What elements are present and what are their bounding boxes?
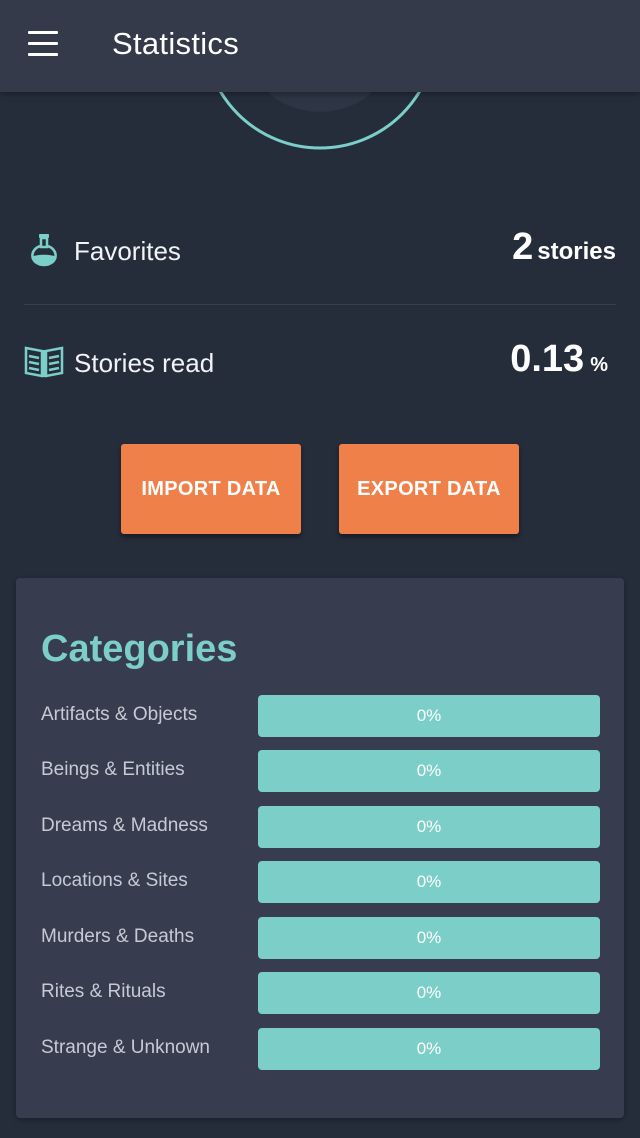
category-label: Locations & Sites	[41, 870, 188, 891]
category-progress-bar: 0%	[258, 972, 600, 1014]
category-percent: 0%	[416, 817, 442, 836]
favorites-label: Favorites	[74, 236, 181, 266]
category-progress-bar: 0%	[258, 806, 600, 848]
category-row: Beings & Entities 0%	[41, 750, 601, 792]
progress-ring-center	[267, 92, 373, 112]
category-label: Strange & Unknown	[41, 1037, 210, 1058]
category-label: Beings & Entities	[41, 759, 185, 780]
stories-read-label: Stories read	[74, 348, 215, 378]
category-percent: 0%	[416, 928, 442, 947]
category-percent: 0%	[416, 706, 442, 725]
category-progress-bar: 0%	[258, 695, 600, 737]
favorites-count: 2	[512, 226, 534, 268]
app-bar: Statistics	[0, 0, 640, 92]
hamburger-menu-icon[interactable]	[28, 31, 58, 57]
category-row: Murders & Deaths 0%	[41, 917, 601, 959]
category-row: Artifacts & Objects 0%	[41, 695, 601, 737]
page-title: Statistics	[112, 26, 240, 61]
categories-title: Categories	[41, 628, 238, 670]
category-label: Rites & Rituals	[41, 981, 166, 1002]
category-row: Dreams & Madness 0%	[41, 806, 601, 848]
category-percent: 0%	[416, 872, 442, 891]
potion-flask-icon	[31, 234, 57, 267]
stories-read-percent: 0.13	[510, 338, 585, 380]
category-percent: 0%	[416, 761, 442, 780]
favorites-value: 2 stories	[512, 226, 616, 269]
category-percent: 0%	[416, 983, 442, 1002]
stories-read-row: Stories read 0.13%	[24, 334, 616, 394]
category-label: Dreams & Madness	[41, 815, 208, 836]
export-data-button[interactable]: EXPORT DATA	[339, 444, 519, 534]
category-label: Murders & Deaths	[41, 926, 195, 947]
categories-card: Categories Artifacts & Objects 0% Beings…	[16, 578, 624, 1118]
favorites-row: Favorites 2 stories	[24, 222, 616, 282]
category-row: Rites & Rituals 0%	[41, 972, 601, 1014]
divider	[24, 304, 616, 305]
category-label: Artifacts & Objects	[41, 704, 198, 725]
category-progress-bar: 0%	[258, 1028, 600, 1070]
open-book-icon	[24, 346, 64, 378]
stories-read-unit: %	[590, 354, 608, 376]
favorites-unit: stories	[537, 238, 616, 265]
progress-ring	[0, 92, 640, 152]
category-progress-bar: 0%	[258, 750, 600, 792]
category-progress-bar: 0%	[258, 917, 600, 959]
stories-read-value: 0.13%	[510, 338, 608, 381]
import-data-button[interactable]: IMPORT DATA	[121, 444, 301, 534]
category-row: Locations & Sites 0%	[41, 861, 601, 903]
category-row: Strange & Unknown 0%	[41, 1028, 601, 1070]
category-percent: 0%	[416, 1039, 442, 1058]
category-progress-bar: 0%	[258, 861, 600, 903]
